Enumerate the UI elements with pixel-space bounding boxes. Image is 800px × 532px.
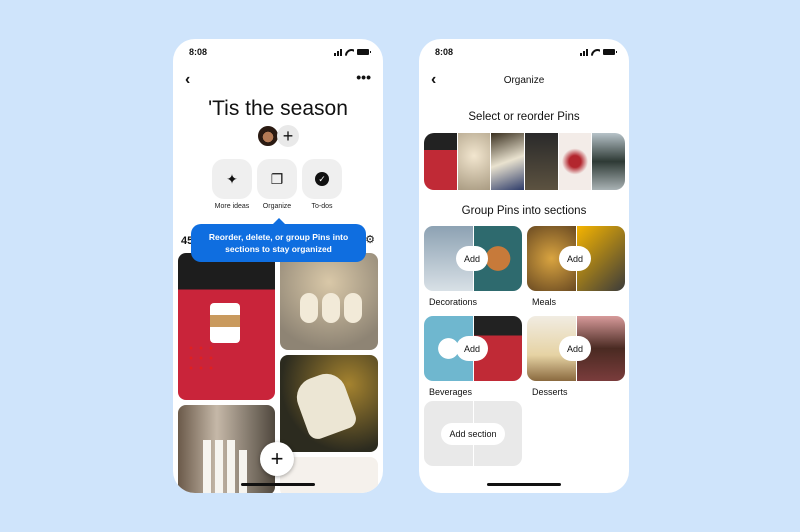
pin-thumb[interactable]: [424, 133, 458, 190]
add-button[interactable]: Add: [559, 246, 591, 271]
board-actions: ✦ More ideas ❐ Organize ✓ To-dos: [212, 159, 342, 210]
organize-tooltip: Reorder, delete, or group Pins into sect…: [191, 218, 366, 262]
section-label: Desserts: [532, 387, 568, 397]
board-title: 'Tis the season: [208, 97, 348, 120]
add-button[interactable]: Add: [456, 246, 488, 271]
organize-icon: ❐: [270, 170, 284, 187]
sparkle-icon: ✦: [226, 170, 238, 187]
status-bar: 8:08: [189, 46, 371, 58]
board-screen: 8:08 ‹ ••• 'Tis the season + ✦ More idea…: [173, 39, 383, 493]
pin-candles[interactable]: [178, 405, 275, 493]
add-collaborator-button[interactable]: +: [277, 125, 299, 147]
home-indicator: [241, 483, 315, 486]
status-time: 8:08: [189, 47, 208, 57]
filter-icon[interactable]: ⚙: [365, 233, 375, 246]
add-button[interactable]: Add: [456, 336, 488, 361]
status-time: 8:08: [435, 47, 454, 57]
avatar[interactable]: [257, 125, 279, 147]
pin-thumb[interactable]: [558, 133, 593, 190]
pin-slippers[interactable]: [280, 355, 378, 452]
pin-thumb[interactable]: [525, 133, 559, 190]
wifi-icon: [345, 49, 354, 56]
group-heading: Group Pins into sections: [461, 205, 587, 217]
pin-thumb[interactable]: [457, 133, 492, 190]
more-ideas-button[interactable]: ✦ More ideas: [212, 159, 252, 210]
add-section-button[interactable]: Add section: [441, 422, 505, 445]
action-label: To-dos: [311, 203, 333, 210]
section-meals[interactable]: Add Meals: [527, 226, 625, 307]
todos-button[interactable]: ✓ To-dos: [302, 159, 342, 210]
pin-eggnog[interactable]: [178, 253, 275, 400]
select-heading: Select or reorder Pins: [468, 111, 580, 123]
add-section-card: Add section: [424, 401, 522, 466]
signal-icon: [334, 48, 342, 56]
section-decorations[interactable]: Add Decorations: [424, 226, 522, 307]
status-bar: 8:08: [435, 46, 617, 58]
organize-button[interactable]: ❐ Organize: [257, 159, 297, 210]
battery-icon: [603, 49, 617, 55]
battery-icon: [357, 49, 371, 55]
pin-thumb[interactable]: [592, 133, 625, 190]
add-pin-button[interactable]: +: [260, 442, 294, 476]
section-label: Decorations: [429, 297, 478, 307]
check-circle-icon: ✓: [315, 172, 329, 186]
pin-thumb[interactable]: [491, 133, 526, 190]
add-button[interactable]: Add: [559, 336, 591, 361]
back-button[interactable]: ‹: [185, 71, 190, 89]
pin-snowmen[interactable]: [280, 253, 378, 350]
collaborators: +: [257, 125, 299, 147]
page-title: Organize: [503, 75, 545, 86]
pin-strip: [424, 133, 625, 190]
section-label: Beverages: [429, 387, 473, 397]
section-label: Meals: [532, 297, 557, 307]
signal-icon: [580, 48, 588, 56]
organize-screen: 8:08 ‹ Organize Select or reorder Pins G…: [419, 39, 629, 493]
wifi-icon: [591, 49, 600, 56]
home-indicator: [487, 483, 561, 486]
section-beverages[interactable]: Add Beverages: [424, 316, 522, 397]
section-desserts[interactable]: Add Desserts: [527, 316, 625, 397]
more-options-button[interactable]: •••: [356, 69, 371, 85]
pin-berries[interactable]: [280, 457, 378, 493]
